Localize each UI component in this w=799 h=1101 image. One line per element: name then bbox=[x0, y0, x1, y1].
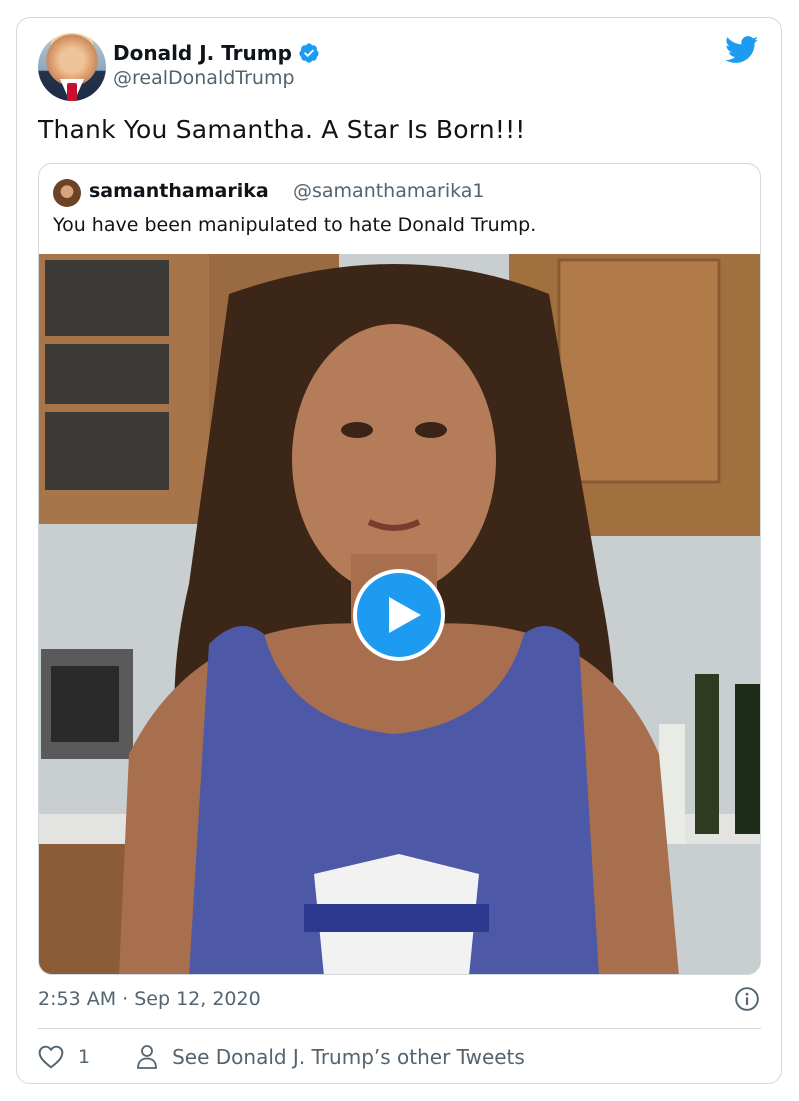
quoted-tweet-text: You have been manipulated to hate Donald… bbox=[53, 214, 537, 236]
play-button[interactable] bbox=[353, 569, 445, 661]
like-button[interactable]: 1 bbox=[38, 1045, 90, 1069]
cabinet-shelf bbox=[45, 336, 169, 344]
see-other-tweets-label: See Donald J. Trump’s other Tweets bbox=[172, 1045, 525, 1069]
eye-right bbox=[415, 422, 447, 438]
quoted-tweet[interactable]: samanthamarika @samanthamarika1 You have… bbox=[38, 163, 761, 975]
glass-cabinet-door bbox=[45, 260, 169, 490]
heart-icon bbox=[38, 1045, 64, 1069]
bottle bbox=[695, 674, 719, 834]
tweet-text: Thank You Samantha. A Star Is Born!!! bbox=[38, 115, 526, 144]
twitter-bird-icon[interactable] bbox=[725, 36, 759, 64]
author-handle[interactable]: @realDonaldTrump bbox=[113, 67, 295, 89]
author-avatar[interactable] bbox=[38, 33, 106, 101]
divider bbox=[38, 1028, 761, 1029]
verified-badge-icon bbox=[299, 43, 319, 63]
quoted-author-handle[interactable]: @samanthamarika1 bbox=[293, 180, 485, 202]
tweet-actions: 1 See Donald J. Trump’s other Tweets bbox=[38, 1042, 525, 1072]
eye-left bbox=[341, 422, 373, 438]
avatar-tie bbox=[67, 83, 77, 101]
quoted-author-name[interactable]: samanthamarika bbox=[89, 180, 269, 202]
person-icon bbox=[137, 1045, 157, 1069]
face bbox=[292, 324, 496, 594]
bottle bbox=[735, 684, 760, 834]
tweet-timestamp[interactable]: 2:53 AM · Sep 12, 2020 bbox=[38, 988, 261, 1010]
play-icon bbox=[389, 597, 421, 633]
cabinet-shelf bbox=[45, 404, 169, 412]
quoted-author-avatar[interactable] bbox=[53, 179, 81, 207]
author-display-name[interactable]: Donald J. Trump bbox=[113, 41, 292, 65]
author-name-row[interactable]: Donald J. Trump bbox=[113, 40, 320, 66]
video-player[interactable] bbox=[39, 254, 760, 974]
cabinet-panel bbox=[557, 258, 721, 484]
info-icon[interactable] bbox=[734, 986, 760, 1012]
toaster-oven-window bbox=[51, 666, 119, 742]
like-count: 1 bbox=[78, 1046, 91, 1068]
hat-brim bbox=[304, 904, 489, 932]
see-other-tweets-link[interactable]: See Donald J. Trump’s other Tweets bbox=[136, 1044, 525, 1070]
tweet-embed-card: Donald J. Trump @realDonaldTrump Thank Y… bbox=[16, 17, 782, 1084]
